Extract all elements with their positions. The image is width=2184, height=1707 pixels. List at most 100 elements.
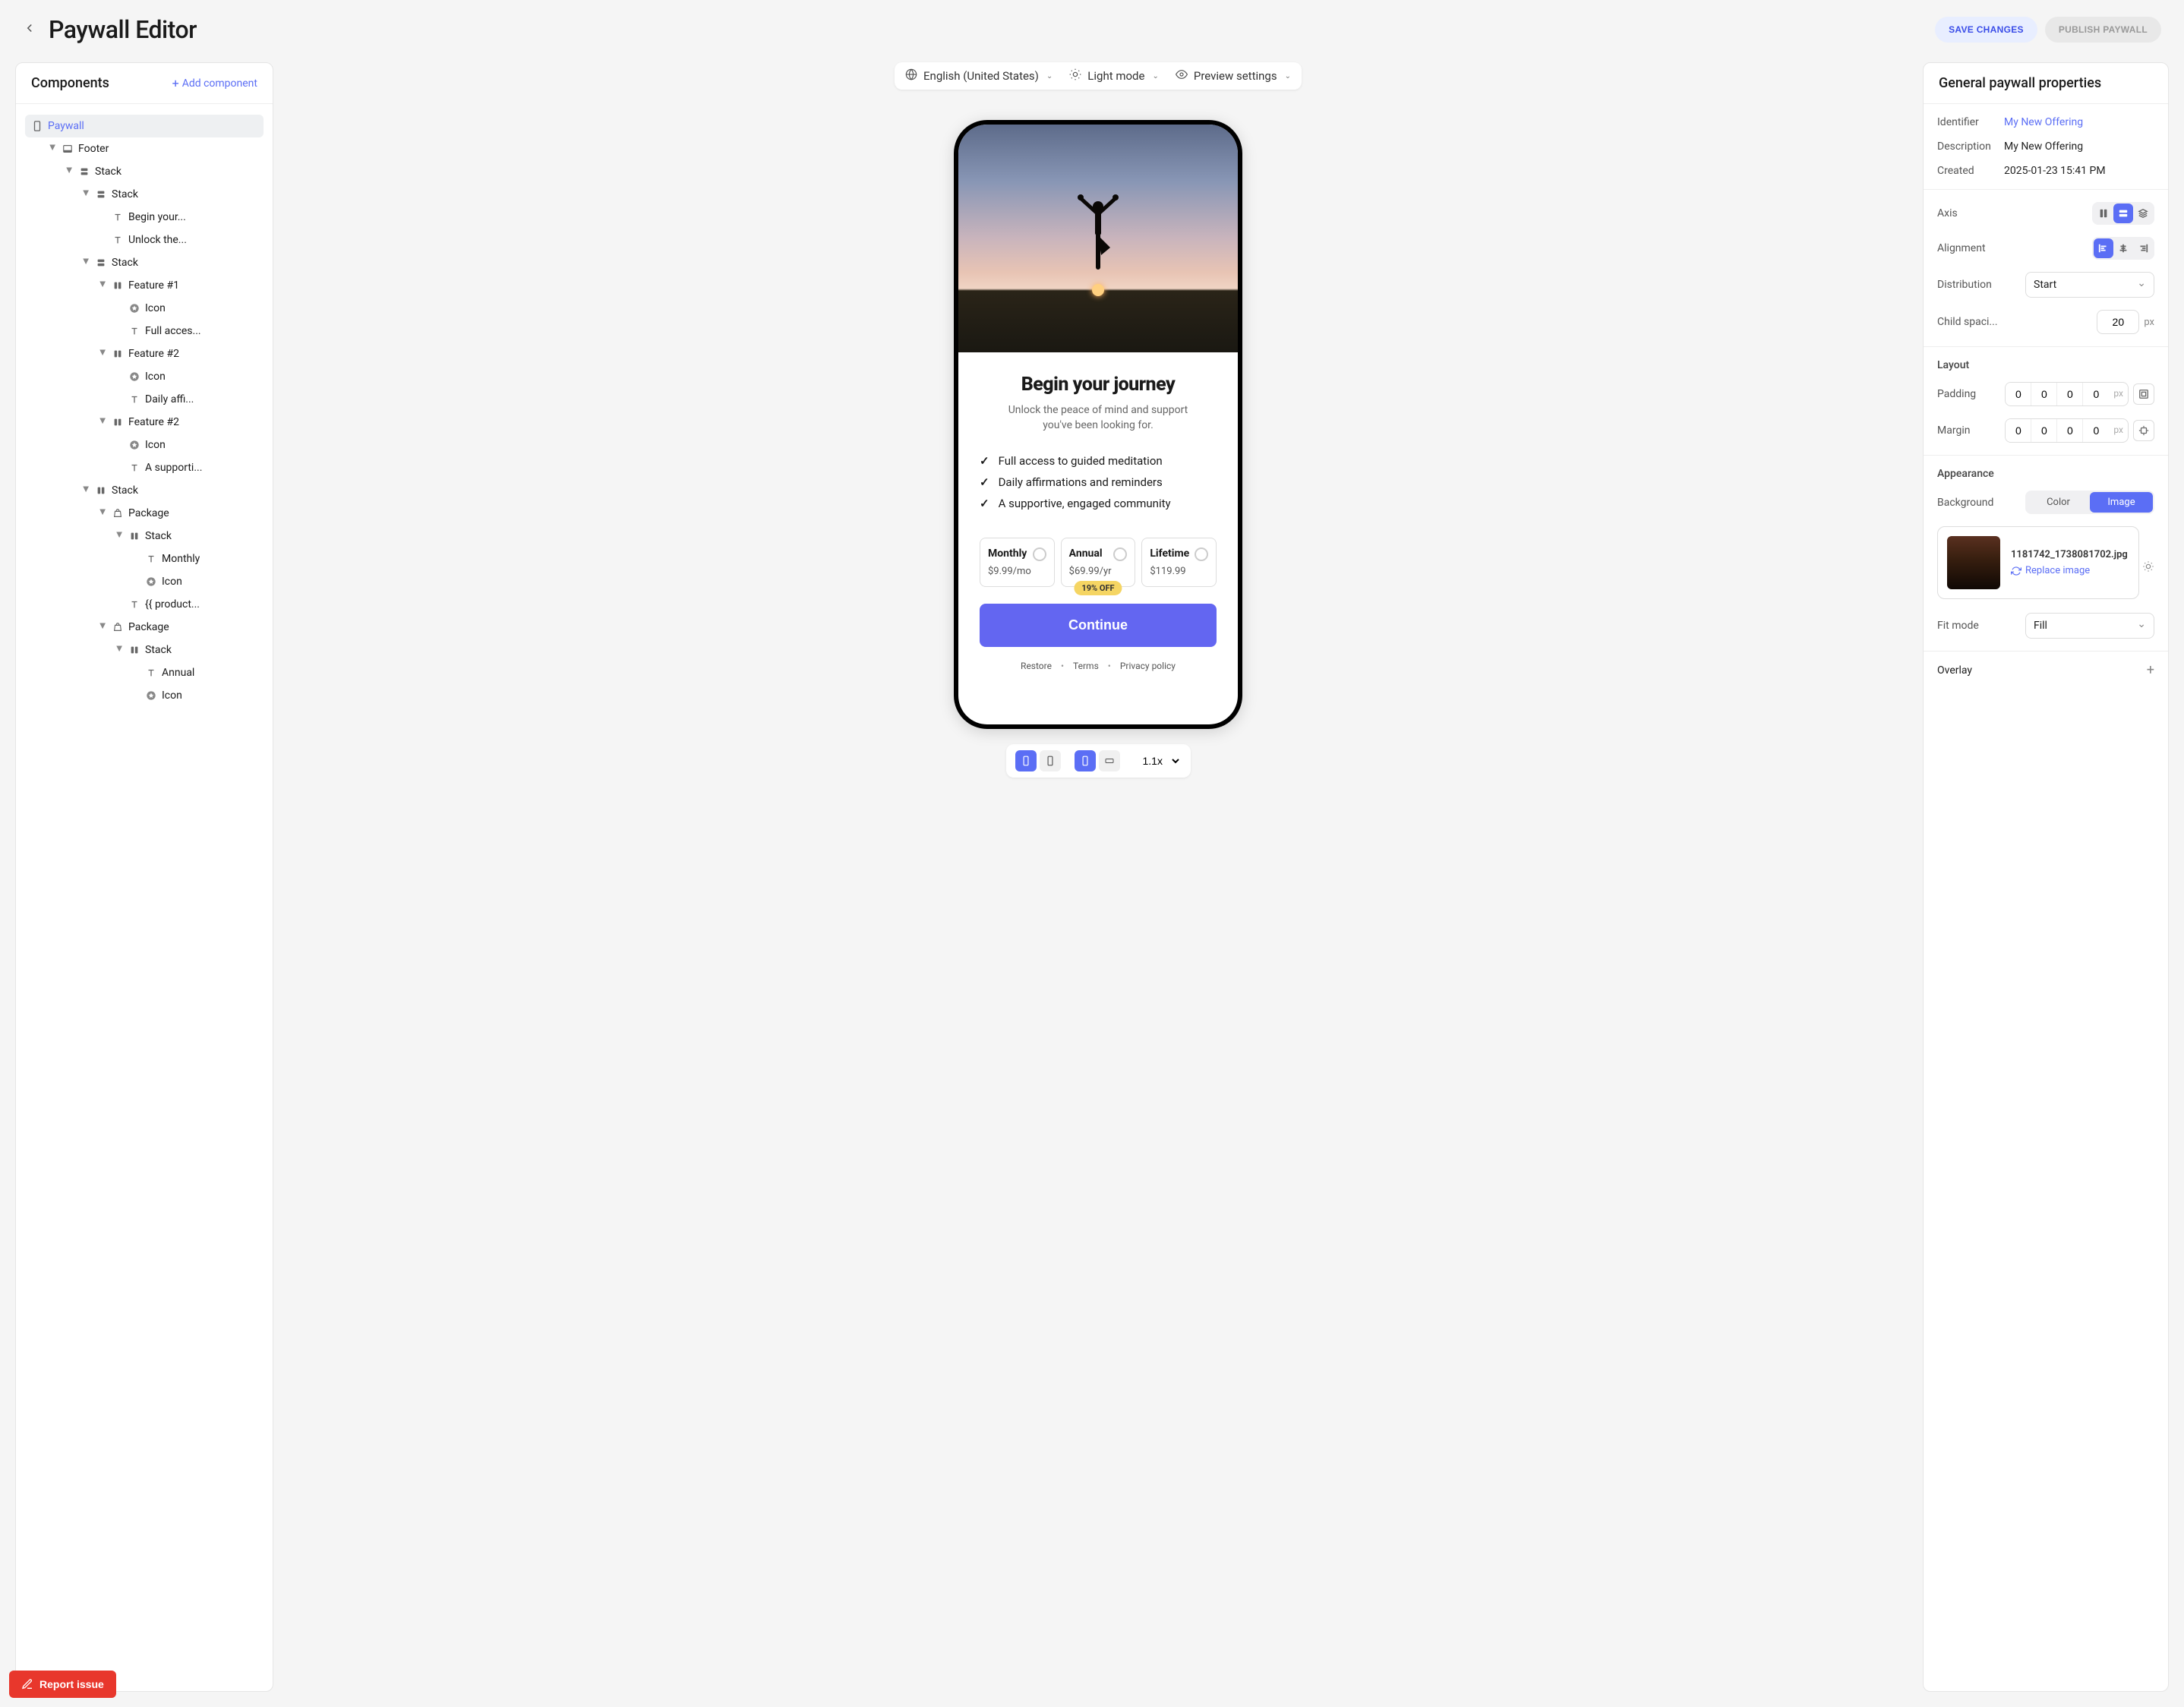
tree-node[interactable]: Unlock the... xyxy=(92,229,264,251)
padding-expand-button[interactable] xyxy=(2133,383,2154,405)
distribution-select[interactable]: Start xyxy=(2025,272,2154,298)
package-price: $9.99/mo xyxy=(988,566,1046,577)
footer-link[interactable]: Terms xyxy=(1073,661,1099,671)
fit-mode-select[interactable]: Fill xyxy=(2025,613,2154,639)
bag-icon xyxy=(112,621,124,633)
tree-node[interactable]: ▶Feature #1 xyxy=(92,274,264,297)
tree-node-label: Monthly xyxy=(162,553,200,565)
appearance-section-title: Appearance xyxy=(1937,468,2154,480)
mode-selector[interactable]: Light mode ⌄ xyxy=(1069,68,1159,84)
axis-vertical-button[interactable] xyxy=(2113,204,2133,223)
tree-node[interactable]: ▶Stack xyxy=(75,479,264,502)
align-center-button[interactable] xyxy=(2113,238,2133,258)
package-card[interactable]: Lifetime$119.99 xyxy=(1141,538,1217,587)
tree-node-label: Icon xyxy=(162,576,182,588)
overlay-section-toggle[interactable]: Overlay + xyxy=(1924,652,2168,689)
tree-node[interactable]: Monthly xyxy=(125,547,264,570)
tree-node[interactable]: ▶Stack xyxy=(75,251,264,274)
tree-node[interactable]: Begin your... xyxy=(92,206,264,229)
phone-icon xyxy=(31,120,43,132)
text-icon xyxy=(128,325,140,337)
axis-z-button[interactable] xyxy=(2133,204,2153,223)
locale-selector[interactable]: English (United States) ⌄ xyxy=(905,68,1053,84)
package-card[interactable]: Monthly$9.99/mo xyxy=(980,538,1055,587)
package-radio[interactable] xyxy=(1033,547,1046,561)
globe-icon xyxy=(905,68,917,84)
continue-button[interactable]: Continue xyxy=(980,604,1217,647)
replace-image-button[interactable]: Replace image xyxy=(2011,565,2128,576)
tree-node[interactable]: ▶Footer xyxy=(42,137,264,160)
star-icon xyxy=(128,302,140,314)
phone-preview: Begin your journey Unlock the peace of m… xyxy=(954,120,1242,729)
tree-node-label: Stack xyxy=(112,188,138,200)
margin-expand-button[interactable] xyxy=(2133,420,2154,441)
sun-icon xyxy=(1069,68,1081,84)
pencil-icon xyxy=(21,1678,33,1690)
report-issue-button[interactable]: Report issue xyxy=(9,1671,116,1698)
bag-icon xyxy=(112,507,124,519)
tree-node[interactable]: ▶Stack xyxy=(109,525,264,547)
plus-icon: + xyxy=(2147,662,2154,678)
stack-v-icon xyxy=(78,166,90,178)
tree-node[interactable]: Icon xyxy=(109,434,264,456)
save-changes-button[interactable]: SAVE CHANGES xyxy=(1935,17,2037,43)
bg-color-button[interactable]: Color xyxy=(2027,492,2090,513)
alignment-label: Alignment xyxy=(1937,242,2004,254)
publish-paywall-button: PUBLISH PAYWALL xyxy=(2045,17,2161,43)
tree-node[interactable]: Icon xyxy=(125,570,264,593)
tree-node[interactable]: Icon xyxy=(109,365,264,388)
preview-settings-selector[interactable]: Preview settings ⌄ xyxy=(1176,68,1291,84)
tree-node[interactable]: ▶Package xyxy=(92,502,264,525)
back-button[interactable] xyxy=(23,21,36,38)
properties-panel: General paywall properties Identifier My… xyxy=(1923,62,2169,1692)
tree-node[interactable]: ▶Package xyxy=(92,616,264,639)
tree-node[interactable]: Annual xyxy=(125,661,264,684)
tree-node[interactable]: A supporti... xyxy=(109,456,264,479)
tree-node[interactable]: ▶Stack xyxy=(58,160,264,183)
bg-image-button[interactable]: Image xyxy=(2090,492,2153,513)
margin-input[interactable]: px xyxy=(2005,418,2129,443)
stack-h-icon xyxy=(128,644,140,656)
footer-link[interactable]: Privacy policy xyxy=(1120,661,1176,671)
package-card[interactable]: Annual$69.99/yr19% OFF xyxy=(1061,538,1136,587)
luminance-button[interactable] xyxy=(2142,560,2154,576)
component-tree[interactable]: Paywall▶Footer▶Stack▶StackBegin your...U… xyxy=(16,104,273,1691)
check-icon: ✓ xyxy=(980,454,989,468)
zoom-selector[interactable]: 1.1x xyxy=(1134,751,1182,771)
text-icon xyxy=(128,393,140,405)
tree-node[interactable]: Icon xyxy=(109,297,264,320)
tree-node-label: Stack xyxy=(145,530,172,542)
tree-node[interactable]: ▶Stack xyxy=(109,639,264,661)
tree-node-label: Stack xyxy=(95,166,122,178)
child-spacing-input[interactable] xyxy=(2097,310,2139,334)
feature-item: ✓A supportive, engaged community xyxy=(980,497,1217,510)
identifier-value[interactable]: My New Offering xyxy=(2004,116,2154,128)
tree-node-label: {{ product... xyxy=(145,598,200,611)
device-phone-alt-button[interactable] xyxy=(1040,750,1061,771)
add-component-button[interactable]: + Add component xyxy=(172,76,257,90)
padding-input[interactable]: px xyxy=(2005,382,2129,406)
tree-node-label: Daily affi... xyxy=(145,393,194,405)
tree-node[interactable]: Paywall xyxy=(25,115,264,137)
paywall-footer-links: Restore•Terms•Privacy policy xyxy=(980,661,1217,671)
axis-horizontal-button[interactable] xyxy=(2094,204,2113,223)
tree-node[interactable]: Full acces... xyxy=(109,320,264,342)
stack-h-icon xyxy=(112,416,124,428)
features-list: ✓Full access to guided meditation✓Daily … xyxy=(980,454,1217,518)
tree-node[interactable]: ▶Feature #2 xyxy=(92,411,264,434)
orientation-landscape-button[interactable] xyxy=(1099,750,1120,771)
tree-node[interactable]: ▶Stack xyxy=(75,183,264,206)
tree-node[interactable]: Daily affi... xyxy=(109,388,264,411)
orientation-portrait-button[interactable] xyxy=(1075,750,1096,771)
device-phone-portrait-button[interactable] xyxy=(1015,750,1037,771)
star-icon xyxy=(145,576,157,588)
padding-label: Padding xyxy=(1937,388,2004,400)
tree-node[interactable]: Icon xyxy=(125,684,264,707)
stack-h-icon xyxy=(112,348,124,360)
feature-item: ✓Daily affirmations and reminders xyxy=(980,475,1217,489)
align-start-button[interactable] xyxy=(2094,238,2113,258)
align-end-button[interactable] xyxy=(2133,238,2153,258)
footer-link[interactable]: Restore xyxy=(1021,661,1052,671)
tree-node[interactable]: {{ product... xyxy=(109,593,264,616)
tree-node[interactable]: ▶Feature #2 xyxy=(92,342,264,365)
